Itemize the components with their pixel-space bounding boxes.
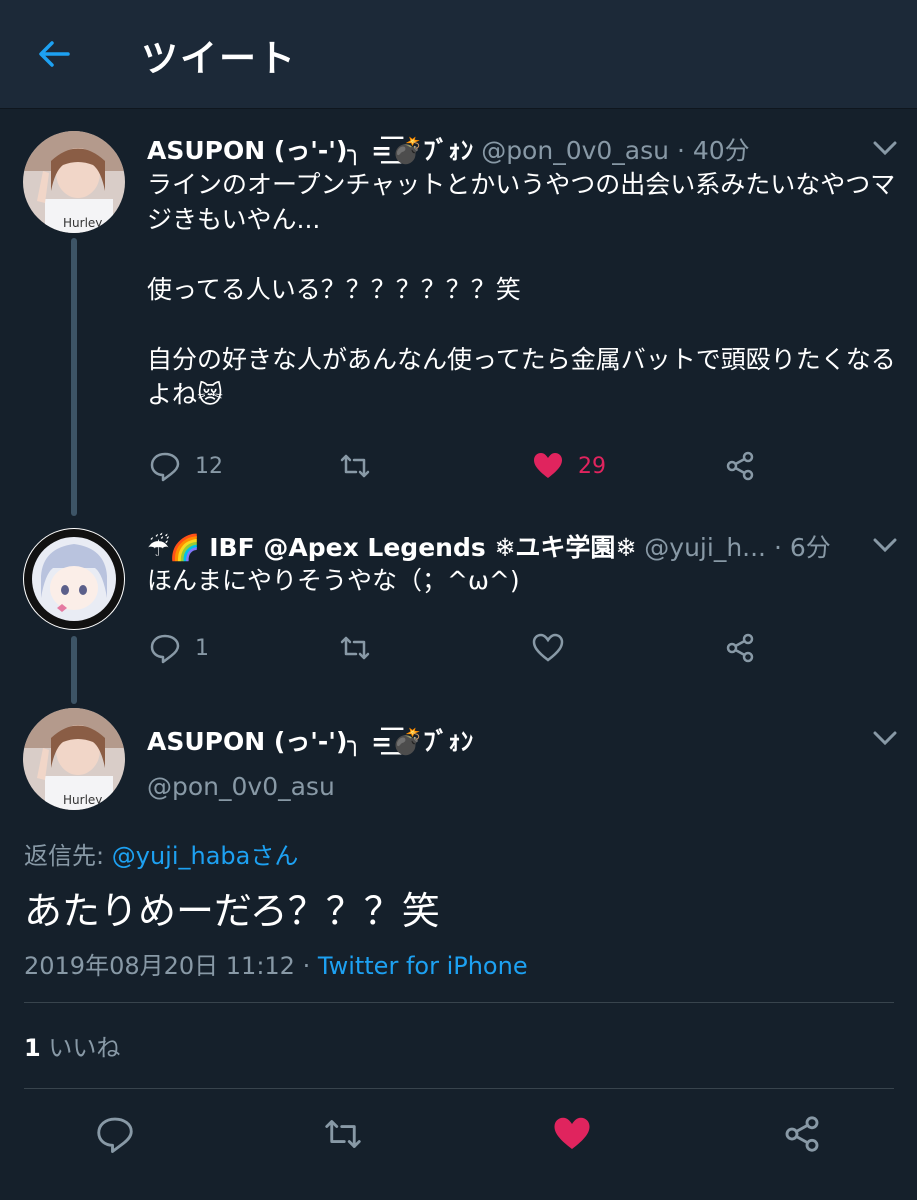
avatar-image: Hurley xyxy=(23,708,125,810)
chevron-down-icon[interactable] xyxy=(871,138,899,158)
tweet-date: 2019年08月20日 11:12 xyxy=(24,952,295,980)
divider xyxy=(24,1002,894,1003)
tweet1-reply-button[interactable]: 12 xyxy=(149,450,223,482)
tweet1-header: ASUPON (っ'-')╮ =͟͟͞͞💣ﾌﾞｫﾝ @pon_0v0_asu ·… xyxy=(147,131,750,167)
reply-icon[interactable] xyxy=(95,1114,135,1154)
retweet-icon xyxy=(340,636,370,660)
retweet-icon[interactable] xyxy=(323,1114,363,1154)
tweet2-header: ☔🌈 IBF @Apex Legends ❄ユキ学園❄ @yuji_h... ·… xyxy=(147,528,831,564)
reply-icon xyxy=(150,452,180,482)
share-icon xyxy=(726,451,754,481)
avatar-ibf[interactable] xyxy=(23,528,125,630)
share-icon xyxy=(726,633,754,663)
reply-to-link[interactable]: @yuji_habaさん xyxy=(112,842,299,870)
avatar-asupon[interactable]: Hurley xyxy=(23,131,125,233)
divider xyxy=(24,1088,894,1089)
heart-filled-icon xyxy=(534,453,562,478)
like-stat-label: いいね xyxy=(48,1034,121,1062)
tweet1-like-count: 29 xyxy=(578,453,606,479)
tweet2-text: ほんまにやりそうやな（；^ω^) xyxy=(147,566,520,595)
tweet2-author-name[interactable]: ☔🌈 IBF @Apex Legends ❄ユキ学園❄ xyxy=(147,533,636,562)
tweet1-like-button[interactable]: 29 xyxy=(532,450,606,482)
reply-to-prefix: 返信先: xyxy=(24,842,105,870)
reply-icon xyxy=(150,634,180,664)
like-stats[interactable]: 1 いいね xyxy=(24,1028,120,1063)
tweet-source-link[interactable]: Twitter for iPhone xyxy=(318,952,528,980)
tweet-meta: 2019年08月20日 11:12 · Twitter for iPhone xyxy=(24,946,528,981)
top-app-bar: ツイート xyxy=(0,0,917,109)
tweet1-reply-count: 12 xyxy=(195,453,223,479)
svg-text:Hurley: Hurley xyxy=(63,216,102,230)
avatar-asupon-main[interactable]: Hurley xyxy=(23,708,125,810)
chevron-down-icon[interactable] xyxy=(871,535,899,555)
tweet2-handle: @yuji_h... xyxy=(644,533,766,562)
heart-filled-icon[interactable] xyxy=(552,1114,592,1154)
heart-outline-icon xyxy=(532,633,564,662)
thread-line xyxy=(71,238,77,516)
tweet2-time: · 6分 xyxy=(773,533,831,562)
main-author-name[interactable]: ASUPON (っ'-')╮ =͟͟͞͞💣ﾌﾞｫﾝ xyxy=(147,727,473,756)
like-stat-count: 1 xyxy=(24,1034,41,1062)
avatar-image xyxy=(24,529,124,629)
main-tweet-text: あたりめーだろ？？？笑 xyxy=(24,889,440,933)
tweet2-retweet-button[interactable] xyxy=(339,632,371,664)
tweet1-retweet-button[interactable] xyxy=(339,450,371,482)
bottom-edge xyxy=(0,1182,917,1200)
tweet1-text: ラインのオープンチャットとかいうやつの出会い系みたいなやつマジきもいやん... … xyxy=(147,170,896,409)
tweet2-reply-button[interactable]: 1 xyxy=(149,632,209,664)
page-title: ツイート xyxy=(141,37,297,80)
avatar-image: Hurley xyxy=(23,131,125,233)
main-author-name-row: ASUPON (っ'-')╮ =͟͟͞͞💣ﾌﾞｫﾝ xyxy=(147,722,473,758)
retweet-icon xyxy=(340,454,370,478)
reply-to-line: 返信先: @yuji_habaさん xyxy=(24,836,298,871)
tweet1-time: · 40分 xyxy=(676,136,750,165)
share-icon[interactable] xyxy=(782,1114,822,1154)
tweet1-author-name[interactable]: ASUPON (っ'-')╮ =͟͟͞͞💣ﾌﾞｫﾝ xyxy=(147,136,473,165)
svg-text:Hurley: Hurley xyxy=(63,793,102,807)
tweet2-like-button[interactable] xyxy=(532,632,564,664)
chevron-down-icon[interactable] xyxy=(871,728,899,748)
back-arrow-icon[interactable] xyxy=(32,32,76,76)
tweet2-share-button[interactable] xyxy=(724,632,756,664)
meta-separator: · xyxy=(302,952,311,980)
tweet1-handle: @pon_0v0_asu xyxy=(481,136,669,165)
main-handle[interactable]: @pon_0v0_asu xyxy=(147,772,335,801)
tweet2-reply-count: 1 xyxy=(195,635,209,661)
tweet1-share-button[interactable] xyxy=(724,450,756,482)
thread-line xyxy=(71,636,77,704)
